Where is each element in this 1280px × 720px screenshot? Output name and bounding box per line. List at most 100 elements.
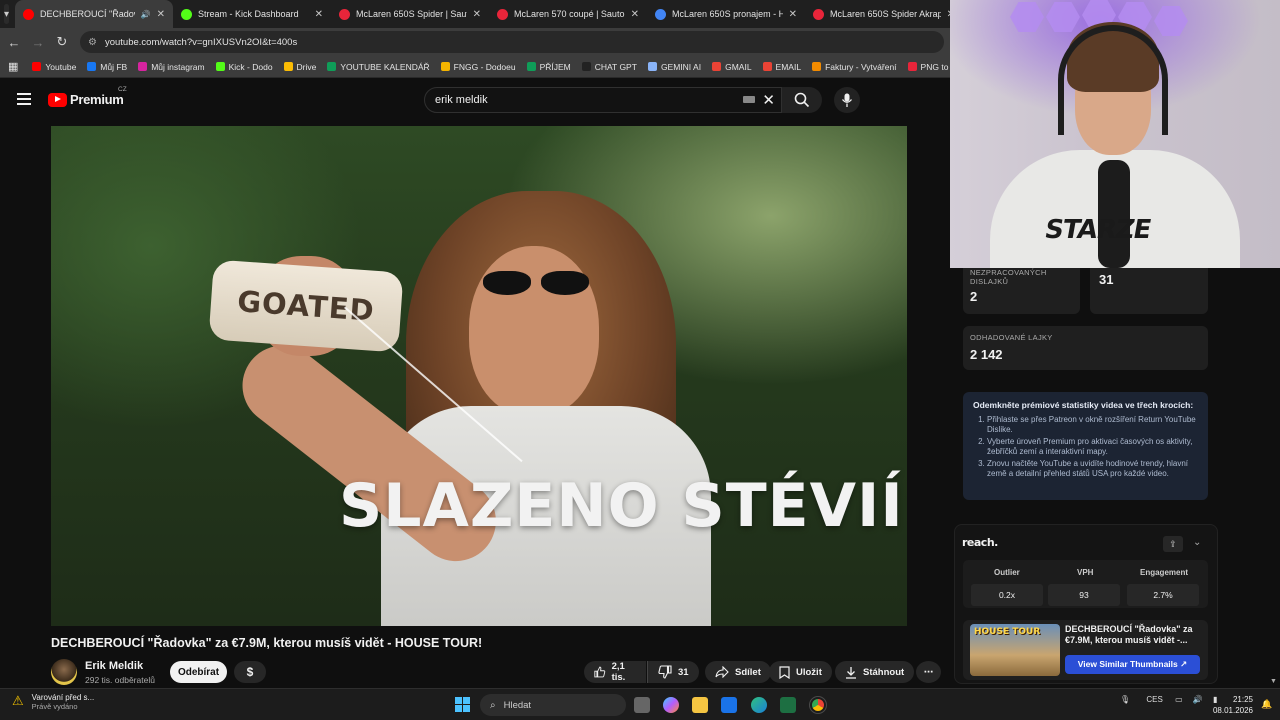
tab-close-icon[interactable]: ✕ (789, 9, 797, 20)
voice-search-button[interactable] (834, 87, 860, 113)
bookmark-label: YOUTUBE KALENDÁŘ (340, 61, 430, 72)
bookmark-favicon-icon (440, 62, 450, 71)
chrome-icon[interactable] (809, 696, 827, 714)
browser-tab[interactable]: McLaren 570 coupé | Sauto.cz ✕ (489, 0, 647, 28)
site-info-icon[interactable]: ⚙ (88, 37, 97, 48)
forward-icon[interactable]: → (26, 35, 50, 50)
bookmark-item[interactable]: FNGG - Dodoeu (440, 61, 516, 72)
apps-grid-icon[interactable]: ▦ (8, 60, 18, 73)
unprocessed-dislikes-card: NEZPRACOVANÝCH DISLAJKŮ 2 (963, 268, 1080, 314)
bookmark-label: FNGG - Dodoeu (453, 61, 516, 72)
system-clock[interactable]: 21:25 08.01.2026 (1208, 694, 1253, 716)
excel-icon[interactable] (780, 697, 796, 713)
bookmark-item[interactable]: Faktury - Vytváření (812, 62, 897, 72)
extension-export-button[interactable]: ⇪ (1163, 536, 1183, 552)
address-bar[interactable]: ⚙ youtube.com/watch?v=gnIXUSVn2OI&t=400s (80, 31, 944, 53)
channel-avatar[interactable] (51, 659, 77, 685)
clear-search-icon[interactable]: ✕ (762, 91, 775, 109)
taskbar-search-icon: ⌕ (490, 699, 496, 711)
tab-close-icon[interactable]: ✕ (157, 9, 165, 20)
view-similar-thumbnails-button[interactable]: View Similar Thumbnails ↗ (1065, 655, 1200, 674)
tab-favicon-icon (339, 8, 351, 20)
bookmark-label: GEMINI AI (660, 61, 702, 72)
more-actions-button[interactable]: ⋯ (916, 661, 941, 683)
bookmark-item[interactable]: Můj FB (87, 62, 127, 72)
taskbar-search-placeholder: Hledat (503, 699, 532, 711)
scroll-down-arrow[interactable]: ▼ (1270, 678, 1277, 685)
bookmark-item[interactable]: CHAT GPT (581, 62, 637, 72)
reload-icon[interactable]: ↻ (50, 34, 74, 50)
bookmark-label: Můj FB (100, 61, 128, 72)
bookmark-item[interactable]: GEMINI AI (647, 61, 702, 72)
subscribe-button[interactable]: Odebírat (170, 661, 227, 683)
bookmark-item[interactable]: PŘÍJEM (526, 62, 571, 72)
video-thumbnail[interactable]: HOUSE TOUR (970, 624, 1060, 676)
browser-tab[interactable]: Stream - Kick Dashboard ✕ (173, 0, 331, 28)
menu-icon[interactable] (17, 93, 31, 105)
save-button[interactable]: Uložit (769, 661, 832, 683)
task-view-icon[interactable] (634, 697, 650, 713)
start-button[interactable] (455, 697, 470, 712)
share-button[interactable]: Sdílet (705, 661, 771, 683)
tab-search-button[interactable]: ▾ (4, 4, 10, 24)
bookmark-item[interactable]: YOUTUBE KALENDÁŘ (327, 61, 430, 72)
unprocessed-dislikes-value: 2 (970, 289, 978, 304)
volume-icon: 🔊 (1192, 695, 1203, 704)
dislike-button[interactable]: 31 (647, 661, 699, 683)
webcam-shirt-text: STARZE (1042, 215, 1153, 245)
weather-warning-widget[interactable]: ⚠ Varování před s... Právě vydáno (12, 693, 94, 711)
edge-icon[interactable] (751, 697, 767, 713)
search-input[interactable]: erik meldik ✕ (424, 87, 782, 113)
browser-tab[interactable]: DECHBEROUCÍ "Řadovka" z 🔊 ✕ (15, 0, 174, 28)
tab-close-icon[interactable]: ✕ (473, 9, 481, 20)
clock-time: 21:25 (1232, 695, 1253, 704)
keyboard-icon[interactable] (743, 96, 755, 103)
bookmarks-bar: ▦ Youtube Můj FB Můj instagram Kick - Dodo D… (0, 56, 950, 78)
bookmark-label: PNG to PD (920, 61, 950, 72)
extension-logo: reach. (962, 536, 998, 549)
video-player[interactable]: GOATED SLAZENO STÉVIÍ (51, 126, 907, 626)
tab-title: McLaren 650S Spider | Sauto.cz (356, 9, 467, 19)
download-button[interactable]: Stáhnout (835, 661, 915, 683)
bookmark-item[interactable]: Drive (283, 61, 317, 72)
browser-tab[interactable]: McLaren 650S pronajem - Hled ✕ (647, 0, 805, 28)
video-product-carton: GOATED (208, 259, 404, 353)
bookmark-item[interactable]: EMAIL (762, 62, 801, 72)
browser-tab[interactable]: McLaren 650S Spider | Sauto.cz ✕ (331, 0, 489, 28)
thanks-button[interactable]: $ (234, 661, 266, 683)
bookmark-item[interactable]: Kick - Dodo (215, 61, 273, 72)
like-button[interactable]: 2,1 tis. (584, 661, 646, 683)
bookmark-item[interactable]: GMAIL (712, 62, 752, 72)
tab-favicon-icon (655, 8, 667, 20)
windows-taskbar: ⚠ Varování před s... Právě vydáno ⌕ Hled… (0, 688, 1280, 720)
bookmark-item[interactable]: Youtube (32, 62, 76, 72)
clock-date: 08.01.2026 (1212, 706, 1253, 715)
tab-title: DECHBEROUCÍ "Řadovka" z (40, 9, 135, 19)
channel-name[interactable]: Erik Meldik (85, 660, 143, 672)
tab-audio-icon[interactable]: 🔊 (141, 10, 151, 19)
premium-heading: Odemkněte prémiové statistiky videa ve t… (973, 400, 1194, 410)
download-label: Stáhnout (863, 666, 905, 678)
system-tray[interactable]: 🎙 CES ▭ 🔊 ▮ (1120, 695, 1217, 704)
tab-close-icon[interactable]: ✕ (315, 9, 323, 20)
tab-close-icon[interactable]: ✕ (631, 9, 639, 20)
browser-tab[interactable]: McLaren 650S Spider Akrapovi✕ (805, 0, 963, 28)
webcam-headset (1058, 25, 1168, 135)
extension-collapse-icon[interactable]: ⌄ (1193, 537, 1201, 548)
bookmark-label: Drive (296, 61, 317, 72)
copilot-icon[interactable] (663, 697, 679, 713)
bookmark-item[interactable]: PNG to PD (907, 61, 950, 72)
outlook-icon[interactable] (721, 697, 737, 713)
taskbar-search[interactable]: ⌕ Hledat (480, 694, 626, 716)
tab-title: Stream - Kick Dashboard (198, 9, 299, 19)
notification-icon[interactable]: 🔔 (1261, 699, 1272, 710)
premium-stats-promo[interactable]: Odemkněte prémiové statistiky videa ve t… (963, 392, 1208, 500)
back-icon[interactable]: ← (2, 35, 26, 50)
more-icon: ⋯ (923, 666, 934, 678)
product-text: GOATED (236, 284, 376, 328)
file-explorer-icon[interactable] (692, 697, 708, 713)
search-button[interactable] (782, 87, 822, 113)
youtube-premium-logo[interactable]: Premium CZ (48, 86, 127, 107)
bookmark-item[interactable]: Můj instagram (138, 62, 205, 72)
bookmark-label: Kick - Dodo (228, 61, 273, 72)
